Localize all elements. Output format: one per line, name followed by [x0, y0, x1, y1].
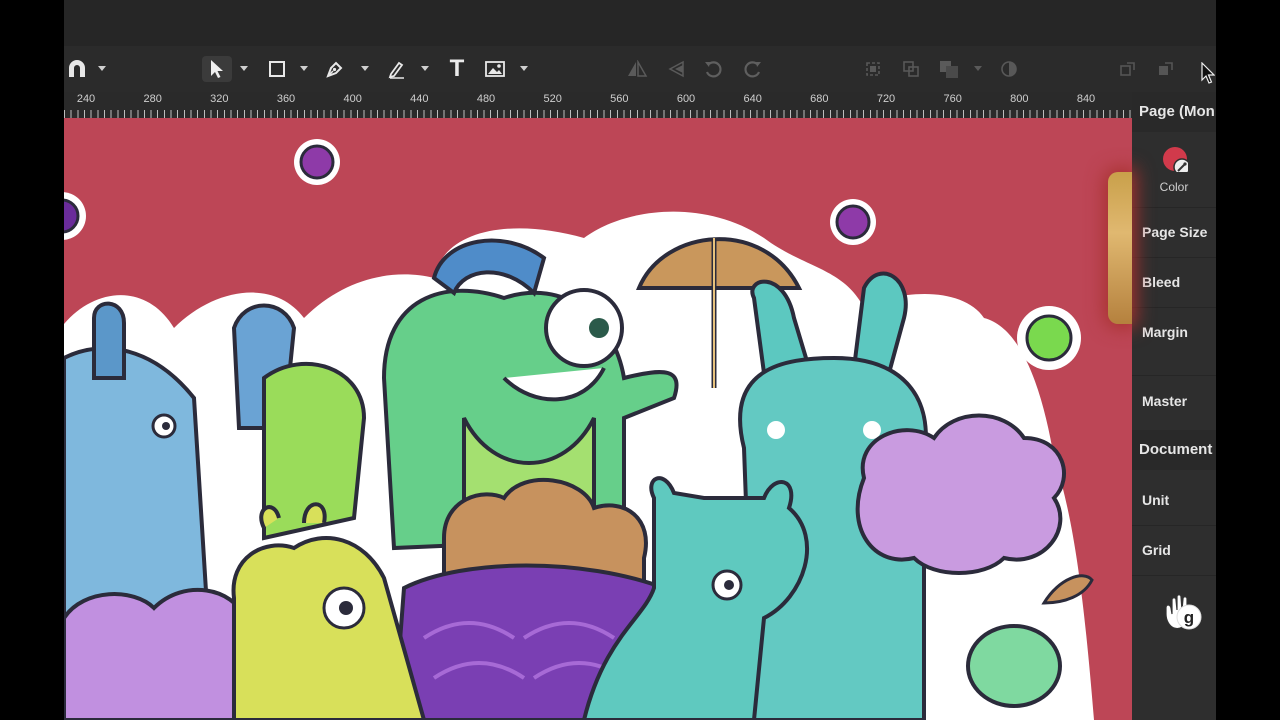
panel-divider: [1132, 525, 1216, 526]
boolean-icon[interactable]: [996, 56, 1022, 82]
unit-row[interactable]: Unit: [1142, 492, 1169, 508]
pencil-icon[interactable]: [384, 56, 410, 82]
ruler-label: 240: [76, 93, 96, 105]
ruler-label: 440: [410, 93, 429, 105]
doodle-monsters-illustration[interactable]: [64, 118, 1132, 720]
ruler-label: 600: [676, 93, 696, 105]
page-color-swatch[interactable]: [1162, 146, 1191, 176]
color-label: Color: [1159, 180, 1189, 194]
ruler-label: 280: [143, 93, 162, 105]
arrange-icon[interactable]: [936, 56, 962, 82]
text-tool-button[interactable]: T: [444, 56, 470, 82]
ruler-label: 560: [610, 93, 629, 105]
flip-horizontal-icon[interactable]: [624, 56, 650, 82]
snapping-dropdown-caret[interactable]: [98, 66, 106, 71]
panel-divider: [1132, 575, 1216, 576]
ruler-label: 480: [476, 93, 496, 105]
master-row[interactable]: Master: [1142, 393, 1187, 409]
ruler-label: 840: [1076, 93, 1096, 105]
select-tool-button[interactable]: [202, 56, 232, 82]
ruler-label: 760: [943, 93, 962, 105]
toolbar: T: [64, 46, 1216, 92]
rotate-right-icon[interactable]: [740, 56, 766, 82]
horizontal-ruler[interactable]: 240 280 320 360 400 440 480 520 560 600 …: [64, 92, 1132, 118]
ruler-label: 680: [810, 93, 829, 105]
page-properties-panel: Page (Mon Color Page Size Bleed Margin M…: [1132, 92, 1216, 720]
panel-divider: [1132, 375, 1216, 376]
page-panel-header[interactable]: Page (Mon: [1132, 92, 1216, 132]
select-arrow-icon: [211, 60, 223, 78]
rotate-left-icon[interactable]: [700, 56, 726, 82]
shape-dropdown-caret[interactable]: [300, 66, 308, 71]
image-icon[interactable]: [482, 56, 508, 82]
design-canvas[interactable]: [64, 118, 1132, 720]
ungroup-icon[interactable]: [898, 56, 924, 82]
magnet-icon[interactable]: [64, 56, 90, 82]
ruler-label: 400: [343, 93, 362, 105]
pencil-dropdown-caret[interactable]: [421, 66, 429, 71]
mouse-cursor-icon: [1200, 60, 1216, 86]
grid-row[interactable]: Grid: [1142, 542, 1171, 558]
paste-style-icon[interactable]: [1154, 56, 1178, 82]
panel-divider: [1132, 207, 1216, 208]
ruler-label: 720: [876, 93, 896, 105]
panel-divider: [1132, 257, 1216, 258]
flip-vertical-icon[interactable]: [664, 56, 690, 82]
pen-icon[interactable]: [322, 56, 348, 82]
rectangle-icon[interactable]: [264, 56, 290, 82]
ruler-label: 520: [543, 93, 562, 105]
text-icon: T: [449, 55, 465, 82]
panel-divider: [1132, 307, 1216, 308]
ruler-label: 360: [276, 93, 296, 105]
copy-style-icon[interactable]: [1116, 56, 1140, 82]
page-size-row[interactable]: Page Size: [1142, 224, 1207, 240]
ruler-ticks: [64, 110, 1132, 118]
badge-letter: g: [1184, 608, 1194, 627]
ruler-label: 640: [743, 93, 762, 105]
image-dropdown-caret[interactable]: [520, 66, 528, 71]
grab-hand-icon[interactable]: g: [1160, 590, 1204, 634]
bleed-row[interactable]: Bleed: [1142, 274, 1180, 290]
arrange-dropdown-caret[interactable]: [974, 66, 982, 71]
document-panel-header[interactable]: Document: [1132, 430, 1216, 470]
app-window: T 240 280 320 360 400 440 480 520 560 60…: [64, 0, 1216, 720]
floating-color-strip: [1108, 172, 1132, 324]
pen-dropdown-caret[interactable]: [361, 66, 369, 71]
group-icon[interactable]: [860, 56, 886, 82]
select-dropdown-caret[interactable]: [240, 66, 248, 71]
ruler-label: 800: [1010, 93, 1029, 105]
margin-row[interactable]: Margin: [1142, 324, 1188, 340]
title-bar: [64, 0, 1216, 47]
ruler-label: 320: [210, 93, 229, 105]
